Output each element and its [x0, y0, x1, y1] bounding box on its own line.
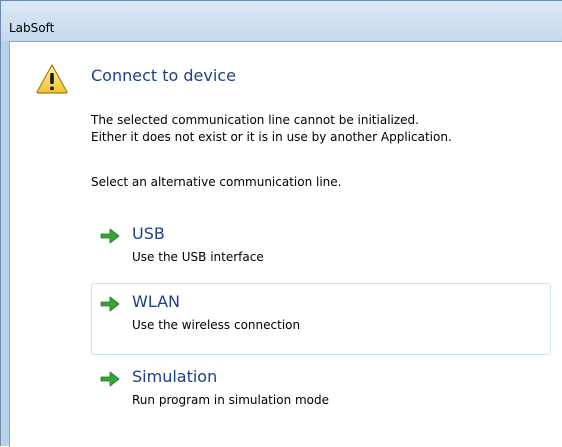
wlan-option-button[interactable]: WLAN Use the wireless connection [91, 283, 551, 355]
usb-option-title: USB [132, 224, 165, 243]
warning-icon [36, 64, 68, 94]
error-message-line-1: The selected communication line cannot b… [91, 113, 419, 127]
usb-option-description: Use the USB interface [132, 250, 264, 264]
simulation-option-button[interactable]: Simulation Run program in simulation mod… [91, 358, 551, 430]
green-arrow-icon [100, 371, 120, 387]
simulation-option-description: Run program in simulation mode [132, 393, 330, 407]
green-arrow-icon [100, 296, 120, 312]
wlan-option-title: WLAN [132, 292, 181, 311]
instruction-text: Select an alternative communication line… [91, 175, 342, 189]
error-message-line-2: Either it does not exist or it is in use… [91, 130, 452, 144]
dialog-window: LabSoft Connect to device The selected c… [0, 0, 562, 447]
dialog-heading: Connect to device [91, 66, 236, 85]
green-arrow-icon [100, 228, 120, 244]
simulation-option-title: Simulation [132, 367, 218, 386]
title-bar[interactable]: LabSoft [1, 1, 562, 41]
window-title: LabSoft [9, 21, 55, 35]
usb-option-button[interactable]: USB Use the USB interface [91, 215, 551, 287]
wlan-option-description: Use the wireless connection [132, 318, 301, 332]
dialog-content: Connect to device The selected communica… [9, 41, 562, 447]
